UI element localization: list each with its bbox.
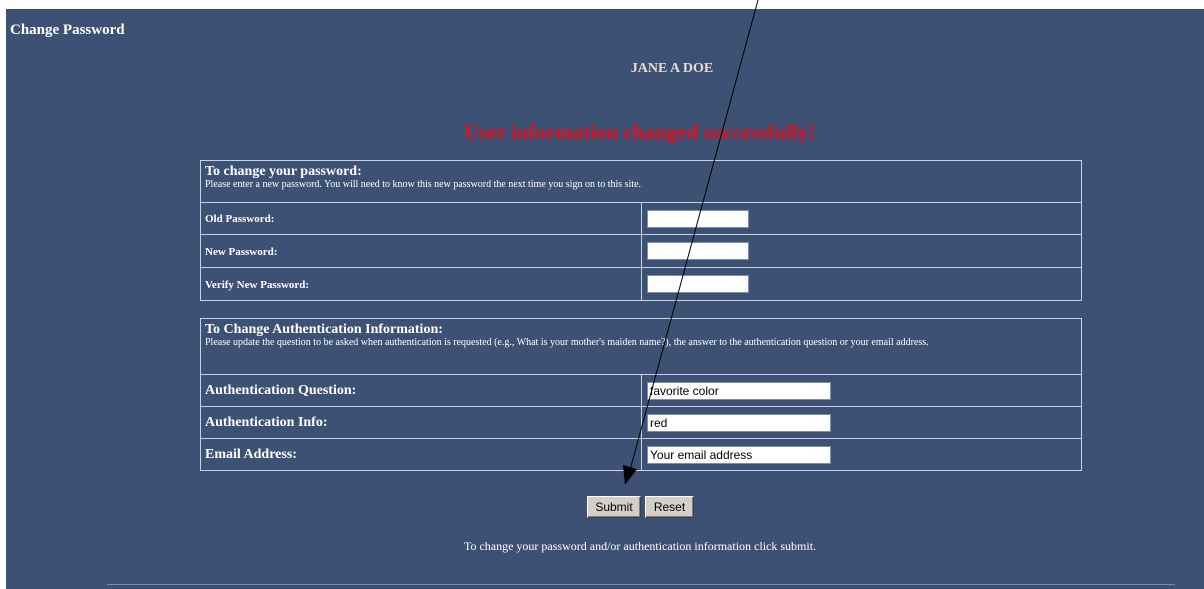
arrow-pointer-icon (623, 0, 759, 485)
